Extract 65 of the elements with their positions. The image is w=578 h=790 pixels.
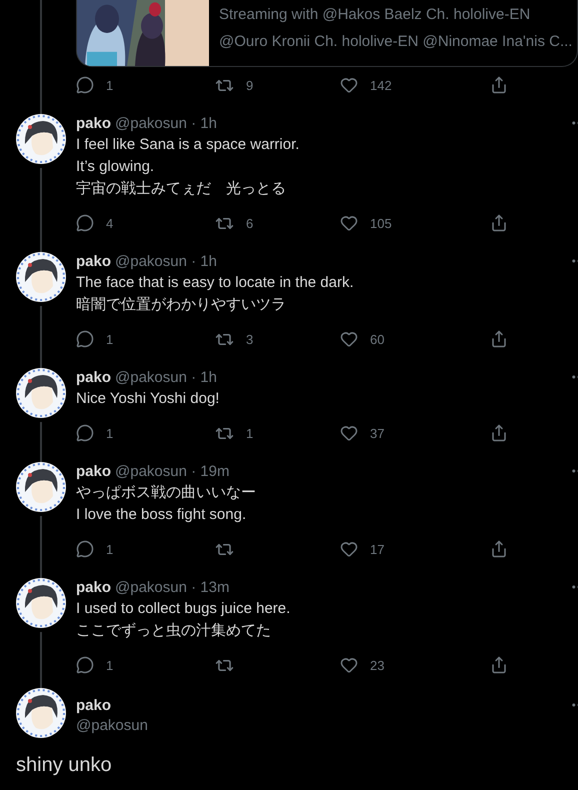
- avatar[interactable]: [16, 114, 66, 164]
- reply-icon[interactable]: [76, 656, 94, 674]
- reply-count: 1: [106, 542, 114, 556]
- tweet-text: I love the boss fight song.: [76, 505, 248, 525]
- author-name[interactable]: pako: [76, 252, 112, 270]
- tweet-text: 宇宙の戦士みてぇだ 光っとる: [76, 179, 287, 199]
- tweet-text: 暗闇で位置がわかりやすいツラ: [76, 295, 287, 315]
- like-count: 17: [370, 542, 384, 556]
- share-icon[interactable]: [490, 330, 508, 348]
- reply-icon[interactable]: [76, 214, 94, 232]
- like-count: 105: [370, 216, 392, 230]
- reply-icon[interactable]: [76, 76, 94, 94]
- like-icon[interactable]: [340, 656, 358, 674]
- like-icon[interactable]: [340, 424, 358, 442]
- tweet-text: I used to collect bugs juice here.: [76, 599, 292, 619]
- share-icon[interactable]: [490, 540, 508, 558]
- retweet-count: 6: [246, 216, 254, 230]
- retweet-count: 3: [246, 332, 254, 346]
- like-icon[interactable]: [340, 214, 358, 232]
- reply-icon[interactable]: [76, 540, 94, 558]
- handle[interactable]: @pakosun: [76, 717, 578, 734]
- author-name[interactable]: pako: [76, 114, 112, 132]
- tweet-text: ここでずっと虫の汁集めてた: [76, 621, 272, 641]
- handle-and-time[interactable]: @pakosun · 1h: [115, 368, 217, 386]
- tweet-text: It’s glowing.: [76, 157, 156, 177]
- like-count: 37: [370, 426, 384, 440]
- like-count: 142: [370, 78, 392, 92]
- author-name[interactable]: pako: [76, 462, 112, 480]
- like-icon[interactable]: [340, 330, 358, 348]
- like-icon[interactable]: [340, 76, 358, 94]
- avatar[interactable]: [16, 368, 66, 418]
- like-icon[interactable]: [340, 540, 358, 558]
- avatar[interactable]: [16, 252, 66, 302]
- avatar[interactable]: [16, 578, 66, 628]
- quoted-tweet-card[interactable]: Streaming with @Hakos Baelz Ch. hololive-EN @Ouro Kronii Ch. hololive-EN @Ninomae Ina'nis C...: [76, 0, 578, 67]
- handle-and-time[interactable]: @pakosun · 13m: [115, 578, 230, 596]
- share-icon[interactable]: [490, 424, 508, 442]
- avatar[interactable]: [16, 462, 66, 512]
- author-name[interactable]: pako: [76, 368, 112, 386]
- reply-count: 4: [106, 216, 114, 230]
- tweet-text: Nice Yoshi Yoshi dog!: [76, 389, 220, 409]
- tweet-text: shiny unko: [16, 754, 112, 777]
- reply-count: 1: [106, 332, 114, 346]
- reply-count: 1: [106, 658, 114, 672]
- retweet-count: 1: [246, 426, 254, 440]
- retweet-count: 9: [246, 78, 254, 92]
- like-count: 23: [370, 658, 384, 672]
- tweet-text: I feel like Sana is a space warrior.: [76, 135, 300, 155]
- reply-count: 1: [106, 78, 114, 92]
- reply-count: 1: [106, 426, 114, 440]
- author-name[interactable]: pako: [76, 696, 112, 714]
- handle-and-time[interactable]: @pakosun · 1h: [115, 114, 217, 132]
- share-icon[interactable]: [490, 656, 508, 674]
- avatar[interactable]: [16, 688, 66, 738]
- like-count: 60: [370, 332, 384, 346]
- handle-and-time[interactable]: @pakosun · 1h: [115, 252, 217, 270]
- share-icon[interactable]: [490, 214, 508, 232]
- tweet-text: やっぱボス戦の曲いいなー: [76, 483, 257, 503]
- author-name[interactable]: pako: [76, 578, 112, 596]
- tweet-text: The face that is easy to locate in the dark.: [76, 273, 355, 293]
- handle-and-time[interactable]: @pakosun · 19m: [115, 462, 230, 480]
- reply-icon[interactable]: [76, 330, 94, 348]
- card-text: Streaming with @Hakos Baelz Ch. hololive-EN: [219, 5, 532, 25]
- share-icon[interactable]: [490, 76, 508, 94]
- reply-icon[interactable]: [76, 424, 94, 442]
